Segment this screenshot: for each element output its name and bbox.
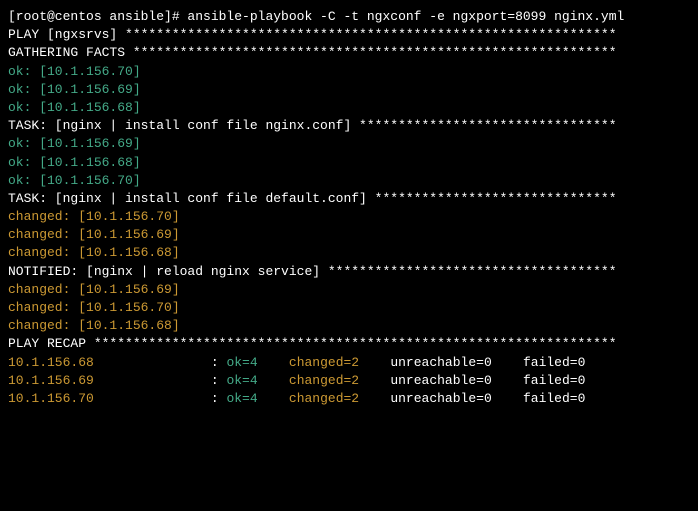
notified-result: changed: [10.1.156.68] <box>8 317 690 335</box>
recap-ok: ok=4 <box>226 373 257 388</box>
recap-unreachable: unreachable=0 <box>390 391 491 406</box>
recap-ok: ok=4 <box>226 355 257 370</box>
recap-ok: ok=4 <box>226 391 257 406</box>
notified-header: NOTIFIED: [nginx | reload nginx service]… <box>8 263 690 281</box>
play-header: PLAY [ngxsrvs] *************************… <box>8 26 690 44</box>
task-result: changed: [10.1.156.68] <box>8 244 690 262</box>
recap-row: 10.1.156.69 : ok=4 changed=2 unreachable… <box>8 372 690 390</box>
recap-host: 10.1.156.69 <box>8 373 94 388</box>
recap-unreachable: unreachable=0 <box>390 355 491 370</box>
task-result: changed: [10.1.156.70] <box>8 208 690 226</box>
gathering-facts-header: GATHERING FACTS ************************… <box>8 44 690 62</box>
recap-host: 10.1.156.68 <box>8 355 94 370</box>
recap-failed: failed=0 <box>523 355 585 370</box>
recap-unreachable: unreachable=0 <box>390 373 491 388</box>
shell-prompt[interactable]: [root@centos ansible]# ansible-playbook … <box>8 8 690 26</box>
notified-result: changed: [10.1.156.69] <box>8 281 690 299</box>
gathering-result: ok: [10.1.156.68] <box>8 99 690 117</box>
recap-changed: changed=2 <box>289 391 359 406</box>
gathering-result: ok: [10.1.156.70] <box>8 63 690 81</box>
recap-failed: failed=0 <box>523 373 585 388</box>
task-result: changed: [10.1.156.69] <box>8 226 690 244</box>
gathering-result: ok: [10.1.156.69] <box>8 81 690 99</box>
task-result: ok: [10.1.156.69] <box>8 135 690 153</box>
recap-failed: failed=0 <box>523 391 585 406</box>
task-result: ok: [10.1.156.70] <box>8 172 690 190</box>
recap-row: 10.1.156.70 : ok=4 changed=2 unreachable… <box>8 390 690 408</box>
task-result: ok: [10.1.156.68] <box>8 154 690 172</box>
recap-host: 10.1.156.70 <box>8 391 94 406</box>
recap-changed: changed=2 <box>289 373 359 388</box>
recap-changed: changed=2 <box>289 355 359 370</box>
recap-row: 10.1.156.68 : ok=4 changed=2 unreachable… <box>8 354 690 372</box>
notified-result: changed: [10.1.156.70] <box>8 299 690 317</box>
task-header: TASK: [nginx | install conf file default… <box>8 190 690 208</box>
task-header: TASK: [nginx | install conf file nginx.c… <box>8 117 690 135</box>
play-recap-header: PLAY RECAP *****************************… <box>8 335 690 353</box>
